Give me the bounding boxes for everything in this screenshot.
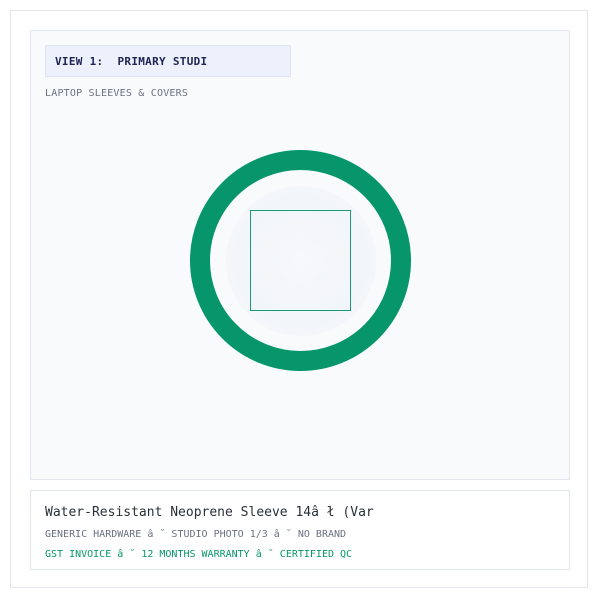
view-tag-label: PRIMARY STUDI bbox=[117, 54, 208, 68]
view-tag: VIEW 1: PRIMARY STUDI bbox=[45, 45, 291, 77]
product-badges: GST INVOICE â ˘ 12 MONTHS WARRANTY â ˘ C… bbox=[45, 549, 353, 560]
product-image-view[interactable]: VIEW 1: PRIMARY STUDI LAPTOP SLEEVES & CO… bbox=[30, 30, 570, 480]
view-tag-number: VIEW 1: bbox=[55, 54, 104, 68]
category-label: LAPTOP SLEEVES & COVERS bbox=[45, 88, 189, 99]
product-meta: GENERIC HARDWARE â ˘ STUDIO PHOTO 1/3 â … bbox=[45, 529, 347, 540]
product-info: Water-Resistant Neoprene Sleeve 14â ł (V… bbox=[30, 490, 570, 570]
product-title[interactable]: Water-Resistant Neoprene Sleeve 14â ł (V… bbox=[45, 505, 374, 520]
product-square-icon bbox=[250, 210, 351, 311]
